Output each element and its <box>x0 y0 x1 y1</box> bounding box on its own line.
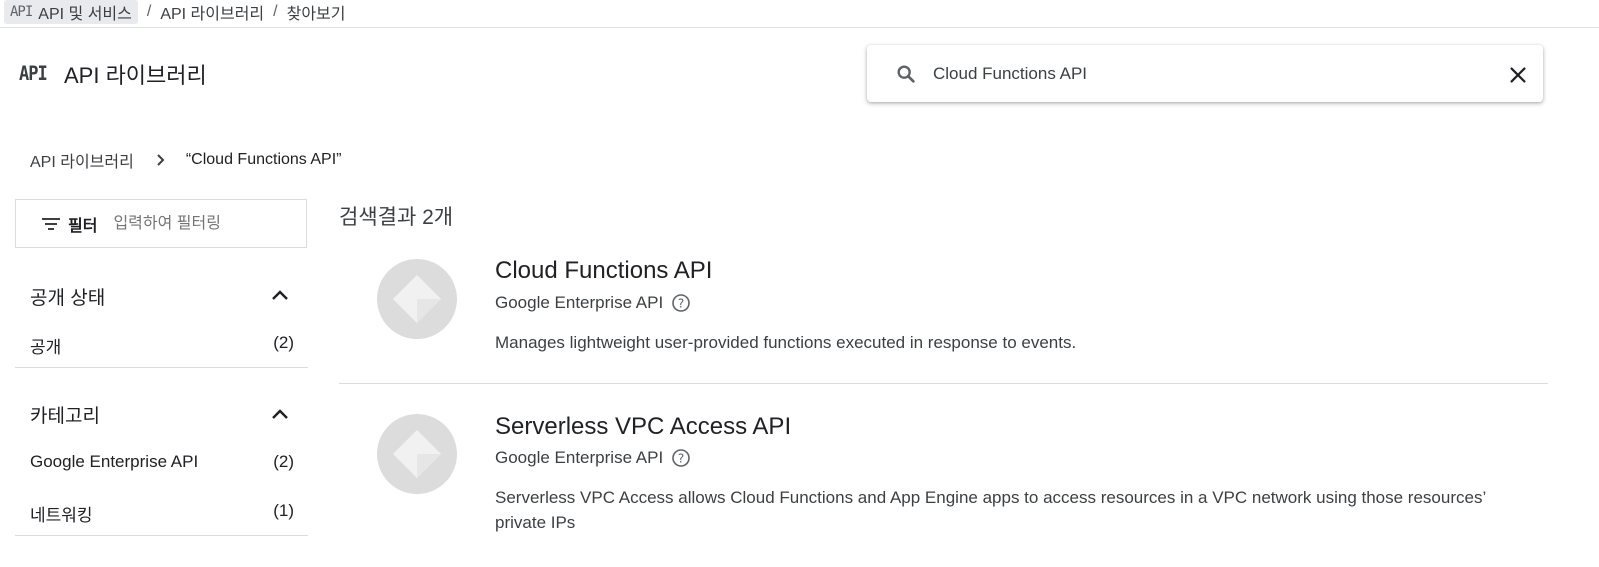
result-description: Manages lightweight user-provided functi… <box>495 333 1077 352</box>
filter-input[interactable] <box>113 214 274 233</box>
help-icon[interactable]: ? <box>671 448 691 468</box>
api-logo-icon: API <box>19 62 48 86</box>
chevron-right-icon <box>157 154 165 166</box>
facet-item-count: (2) <box>273 333 294 352</box>
facet-item-label: 공개 <box>30 338 62 357</box>
help-icon[interactable]: ? <box>671 293 691 313</box>
facet-item-networking[interactable]: 네트워킹 (1) <box>30 501 294 526</box>
filter-bar[interactable]: 필터 <box>15 199 307 248</box>
svg-text:?: ? <box>678 297 684 311</box>
facet-item-public[interactable]: 공개 (2) <box>30 333 294 358</box>
breadcrumb-browse: 찾아보기 <box>286 6 346 23</box>
divider <box>339 383 1548 384</box>
result-title-link[interactable]: Serverless VPC Access API <box>495 413 791 441</box>
breadcrumb-root-link[interactable]: API 라이브러리 <box>30 148 134 172</box>
api-placeholder-icon[interactable] <box>377 414 457 494</box>
breadcrumb-current: “Cloud Functions API” <box>185 151 342 168</box>
divider <box>15 535 308 536</box>
breadcrumb-item-label: API 및 서비스 <box>38 6 132 23</box>
result-title-link[interactable]: Cloud Functions API <box>495 257 712 285</box>
top-breadcrumb-bar: API API 및 서비스 / API 라이브러리 / 찾아보기 <box>0 0 1599 28</box>
result-breadcrumb: API 라이브러리 “Cloud Functions API” <box>30 148 341 172</box>
facet-item-count: (2) <box>273 452 294 471</box>
search-icon <box>897 65 915 83</box>
filter-label: 필터 <box>68 217 98 235</box>
divider <box>15 367 308 368</box>
breadcrumb-api-services[interactable]: API API 및 서비스 <box>4 0 138 24</box>
search-box <box>867 45 1543 102</box>
result-provider-label: Google Enterprise API <box>495 293 664 312</box>
result-description: Serverless VPC Access allows Cloud Funct… <box>495 488 1486 532</box>
breadcrumb-api-library[interactable]: API 라이브러리 <box>160 0 264 24</box>
result-provider-label: Google Enterprise API <box>495 448 664 467</box>
facet-title-visibility: 공개 상태 <box>30 288 106 309</box>
svg-text:?: ? <box>678 452 684 466</box>
result-provider: Google Enterprise API ? <box>495 293 691 313</box>
result-count: 검색결과 2개 <box>339 206 454 229</box>
breadcrumb-separator: / <box>273 3 278 20</box>
filter-list-icon <box>42 217 60 230</box>
api-badge-icon: API <box>10 4 33 20</box>
facet-item-label: 네트워킹 <box>30 506 93 525</box>
page-title: API 라이브러리 <box>64 63 207 88</box>
facet-item-label: Google Enterprise API <box>30 452 199 471</box>
facet-item-google-enterprise-api[interactable]: Google Enterprise API (2) <box>30 452 294 472</box>
facet-item-count: (1) <box>273 501 294 520</box>
facet-title-category: 카테고리 <box>30 406 100 427</box>
api-placeholder-icon[interactable] <box>377 259 457 339</box>
close-icon[interactable] <box>1507 64 1529 86</box>
result-provider: Google Enterprise API ? <box>495 448 691 468</box>
chevron-up-icon[interactable] <box>270 404 290 424</box>
chevron-up-icon[interactable] <box>270 285 290 305</box>
breadcrumb-separator: / <box>146 3 152 20</box>
search-input[interactable] <box>933 61 1473 87</box>
top-breadcrumb: API API 및 서비스 / API 라이브러리 / 찾아보기 <box>4 0 346 24</box>
